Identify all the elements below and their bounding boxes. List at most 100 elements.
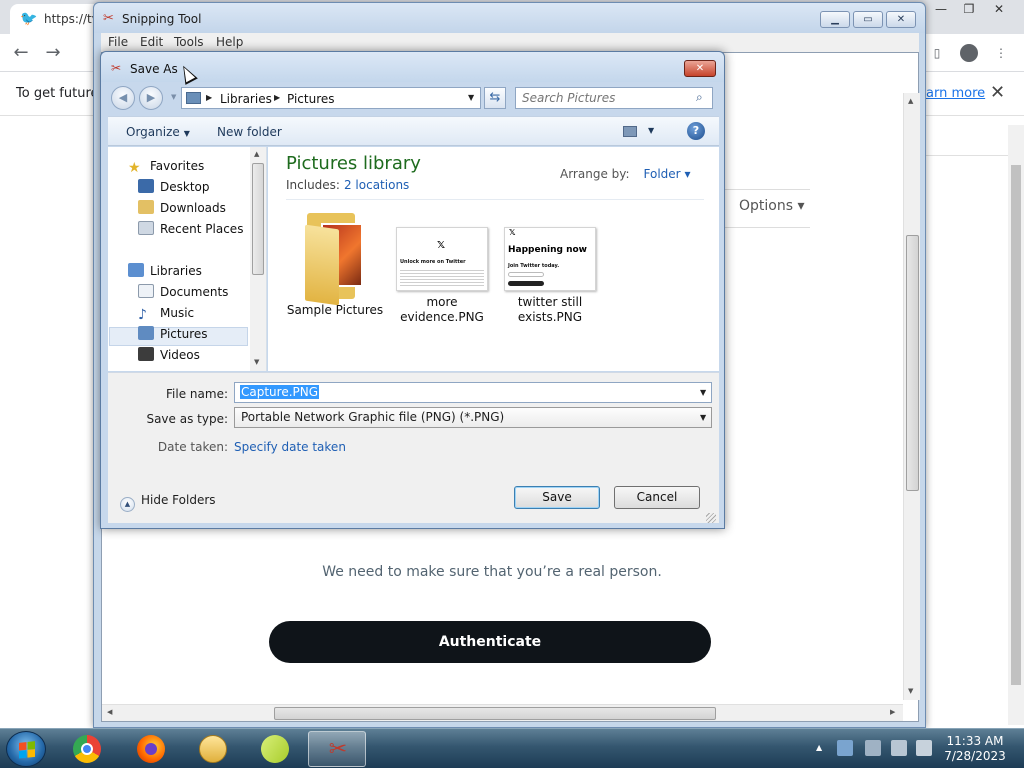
save-as-dialog: ✂ Save As ✕ ◀ ▶ ▼ ▶ Libraries ▶ Pictures… xyxy=(100,51,725,529)
file-item-twitter-still-exists[interactable]: 𝕏 Happening now Join Twitter today. twit… xyxy=(500,207,600,325)
change-view-icon[interactable] xyxy=(623,126,637,137)
help-icon[interactable]: ? xyxy=(687,122,705,140)
scroll-up-icon[interactable]: ▲ xyxy=(908,97,918,107)
dialog-close-button[interactable]: ✕ xyxy=(684,60,716,77)
show-hidden-icons-icon[interactable]: ▲ xyxy=(816,743,822,752)
volume-muted-icon[interactable] xyxy=(916,740,932,756)
twitter-bird-icon: 🐦 xyxy=(20,11,38,27)
horizontal-scrollbar[interactable]: ◀ ▶ xyxy=(102,704,903,721)
cancel-button[interactable]: Cancel xyxy=(614,486,700,509)
nav-videos[interactable]: Videos xyxy=(138,345,200,365)
nav-favorites[interactable]: ★ Favorites xyxy=(128,156,204,176)
menu-tools[interactable]: Tools xyxy=(174,35,204,49)
x-logo-icon: 𝕏 xyxy=(437,240,446,251)
locations-link[interactable]: 2 locations xyxy=(344,178,409,192)
forward-button[interactable]: ▶ xyxy=(139,86,163,110)
browser-minimize-button[interactable]: — xyxy=(926,0,956,20)
action-center-icon[interactable] xyxy=(837,740,853,756)
save-button[interactable]: Save xyxy=(514,486,600,509)
scissors-icon: ✂ xyxy=(328,737,348,762)
breadcrumb-pictures[interactable]: Pictures xyxy=(287,92,335,106)
nav-scrollbar[interactable]: ▲ ▼ xyxy=(250,147,266,371)
close-icon[interactable]: ✕ xyxy=(990,82,1005,103)
browser-close-button[interactable]: ✕ xyxy=(984,0,1014,20)
arrange-by-dropdown[interactable]: Folder ▾ xyxy=(644,167,691,181)
nav-desktop[interactable]: Desktop xyxy=(138,177,210,197)
specify-date-link[interactable]: Specify date taken xyxy=(234,440,346,454)
menu-help[interactable]: Help xyxy=(216,35,243,49)
nav-downloads[interactable]: Downloads xyxy=(138,198,226,218)
organize-button[interactable]: Organize ▼ xyxy=(126,125,190,139)
nav-libraries[interactable]: Libraries xyxy=(128,261,202,281)
resize-grip[interactable] xyxy=(706,513,716,523)
authenticate-button: Authenticate xyxy=(269,621,711,663)
nav-pictures[interactable]: Pictures xyxy=(138,324,208,344)
view-options-dropdown-icon[interactable]: ▼ xyxy=(648,126,654,135)
breadcrumb-separator-icon[interactable]: ▶ xyxy=(206,93,212,102)
breadcrumb-separator-icon[interactable]: ▶ xyxy=(274,93,280,102)
taskbar-app-chrome[interactable] xyxy=(58,731,116,767)
menu-edit[interactable]: Edit xyxy=(140,35,163,49)
scroll-down-icon[interactable]: ▼ xyxy=(908,687,918,697)
back-arrow-icon[interactable]: ← xyxy=(10,42,32,64)
chevron-up-icon: ▲ xyxy=(120,497,135,512)
chevron-down-icon[interactable]: ▼ xyxy=(700,413,706,422)
search-icon[interactable]: ⌕ xyxy=(696,90,703,105)
hide-folders-button[interactable]: ▲ Hide Folders xyxy=(120,493,216,512)
maximize-button[interactable]: ▭ xyxy=(853,11,883,28)
file-item-sample-pictures[interactable]: Sample Pictures xyxy=(285,207,385,318)
browser-tab[interactable]: 🐦 https://tv xyxy=(10,4,100,34)
chevron-down-icon[interactable]: ▼ xyxy=(700,388,706,397)
save-type-select[interactable]: Portable Network Graphic file (PNG) (*.P… xyxy=(234,407,712,428)
taskbar-clock[interactable]: 11:33 AM 7/28/2023 xyxy=(940,734,1010,764)
browser-tab-title: https://tv xyxy=(44,12,99,26)
nav-recent-places[interactable]: Recent Places xyxy=(138,219,243,239)
file-name-value[interactable]: Capture.PNG xyxy=(240,385,320,399)
scroll-right-icon[interactable]: ▶ xyxy=(890,708,895,716)
scroll-left-icon[interactable]: ◀ xyxy=(107,708,112,716)
snipping-tool-titlebar[interactable]: ✂ Snipping Tool ▁ ▭ ✕ xyxy=(94,3,925,33)
file-name-field[interactable]: Capture.PNG ▼ xyxy=(234,382,712,403)
browser-menu-icon[interactable]: ⋮ xyxy=(990,42,1012,64)
forward-arrow-icon[interactable]: → xyxy=(42,42,64,64)
nav-music[interactable]: ♪ Music xyxy=(138,303,194,323)
scroll-thumb[interactable] xyxy=(274,707,716,720)
address-dropdown-icon[interactable]: ▼ xyxy=(468,93,474,102)
thumbnail-subtext: Join Twitter today. xyxy=(508,263,560,269)
security-alert-icon[interactable] xyxy=(865,740,881,756)
minimize-button[interactable]: ▁ xyxy=(820,11,850,28)
browser-scrollbar[interactable] xyxy=(1008,125,1024,725)
taskbar-app-snipping-tool[interactable]: ✂ xyxy=(308,731,366,767)
search-box[interactable]: ⌕ xyxy=(515,87,713,109)
pictures-icon xyxy=(138,326,154,340)
start-button[interactable] xyxy=(6,731,46,767)
scroll-down-icon[interactable]: ▼ xyxy=(254,358,259,366)
file-item-more-evidence[interactable]: 𝕏 Unlock more on Twitter more evidence.PN… xyxy=(392,207,492,325)
taskbar-app-explorer[interactable] xyxy=(184,731,242,767)
scroll-up-icon[interactable]: ▲ xyxy=(254,150,259,158)
menu-file[interactable]: File xyxy=(108,35,128,49)
breadcrumb-libraries[interactable]: Libraries xyxy=(220,92,272,106)
navigation-pane: ★ Favorites Desktop Downloads Recent Plac… xyxy=(108,147,267,371)
network-icon[interactable] xyxy=(891,740,907,756)
refresh-button[interactable]: ⇆ xyxy=(484,87,506,109)
close-button[interactable]: ✕ xyxy=(886,11,916,28)
nav-documents[interactable]: Documents xyxy=(138,282,228,302)
recent-locations-dropdown[interactable]: ▼ xyxy=(171,93,176,101)
profile-avatar-icon[interactable] xyxy=(958,42,980,64)
scroll-thumb[interactable] xyxy=(906,235,919,491)
search-input[interactable] xyxy=(516,88,691,108)
back-button[interactable]: ◀ xyxy=(111,86,135,110)
taskbar: ✂ ▲ 11:33 AM 7/28/2023 xyxy=(0,728,1024,768)
address-bar[interactable]: ▶ Libraries ▶ Pictures ▼ xyxy=(181,87,481,109)
vertical-scrollbar[interactable]: ▲ ▼ xyxy=(903,93,920,700)
new-folder-button[interactable]: New folder xyxy=(217,125,282,139)
side-panel-icon[interactable]: ▯ xyxy=(926,42,948,64)
learn-more-link[interactable]: arn more xyxy=(926,86,985,101)
clock-time: 11:33 AM xyxy=(946,734,1004,748)
taskbar-app-sticky-notes[interactable] xyxy=(246,731,304,767)
scroll-thumb[interactable] xyxy=(252,163,264,275)
browser-restore-button[interactable]: ❐ xyxy=(954,0,984,20)
desktop-icon xyxy=(138,179,154,193)
taskbar-app-firefox[interactable] xyxy=(122,731,180,767)
